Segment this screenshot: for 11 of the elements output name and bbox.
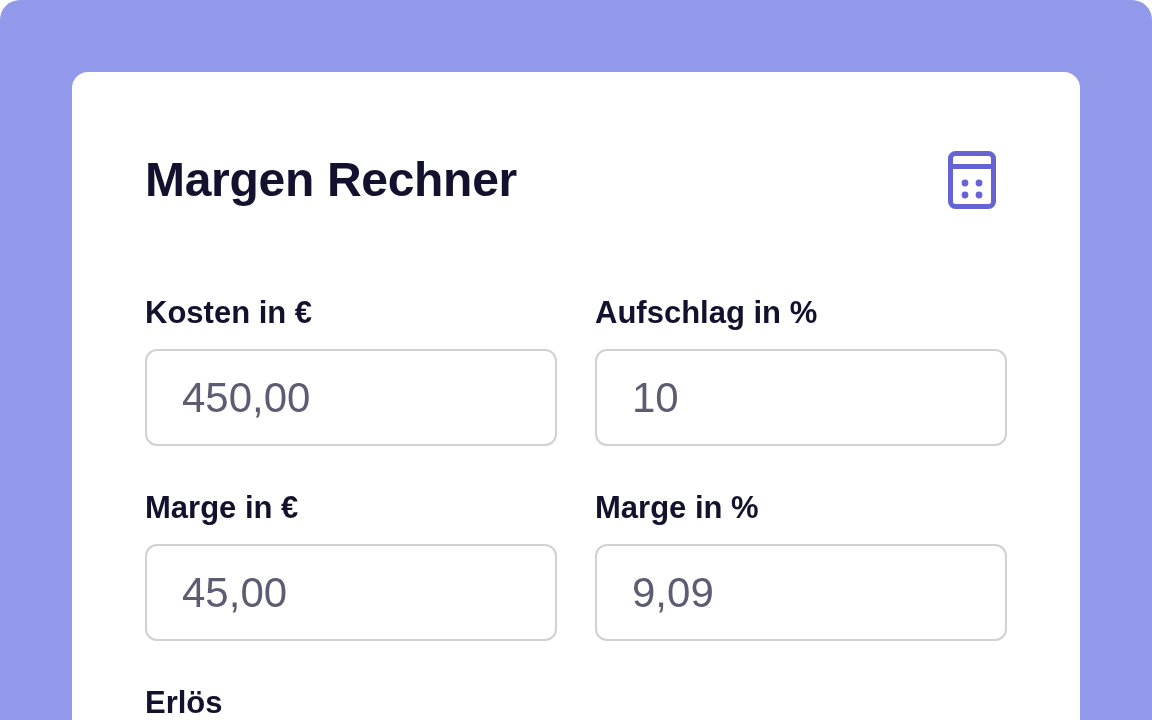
card-title: Margen Rechner: [145, 152, 517, 208]
calculator-icon: [948, 151, 996, 209]
field-label: Kosten in €: [145, 297, 313, 329]
field-label: Erlös: [145, 687, 223, 719]
field-label: Marge in %: [595, 492, 759, 524]
field-label: Aufschlag in %: [595, 297, 818, 329]
input-field[interactable]: 10: [595, 349, 1007, 446]
input-field[interactable]: 45,00: [145, 544, 557, 641]
input-field[interactable]: 9,09: [595, 544, 1007, 641]
input-field[interactable]: 450,00: [145, 349, 557, 446]
field-label: Marge in €: [145, 492, 299, 524]
